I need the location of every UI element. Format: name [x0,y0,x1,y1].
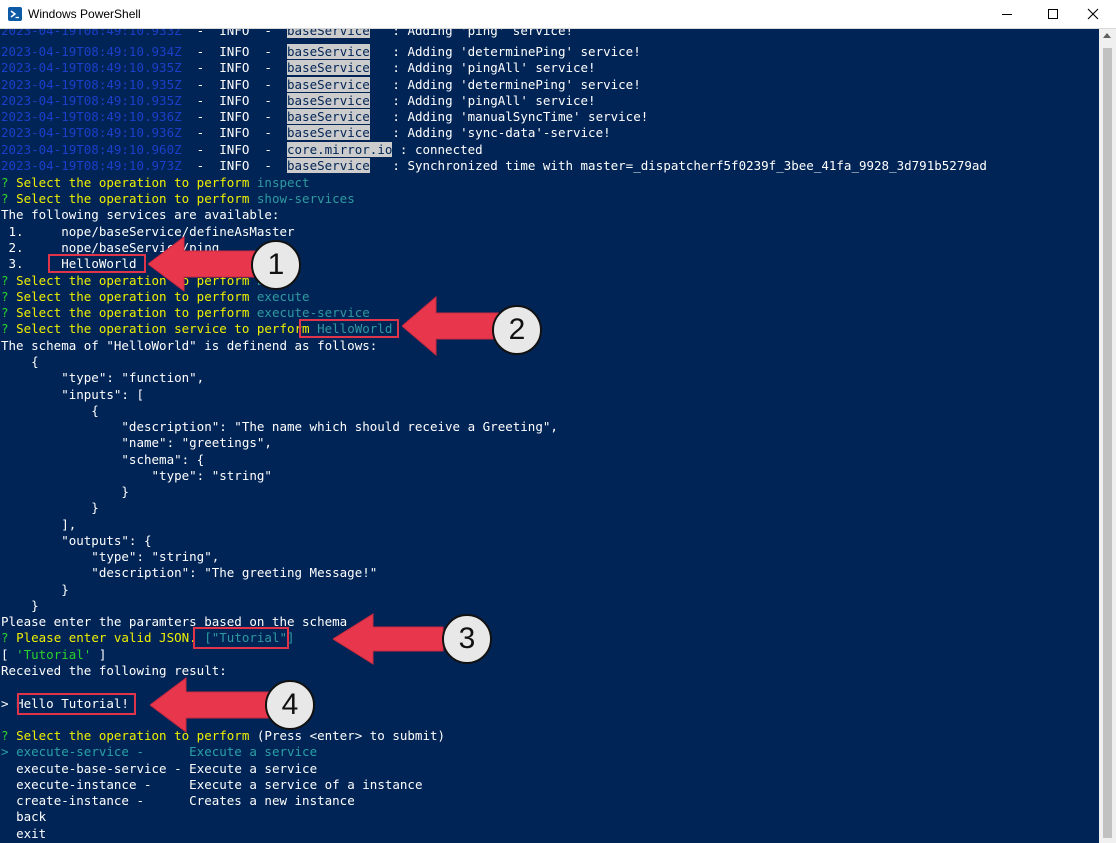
annotation-marker-4: 4 [265,680,315,730]
highlight-box [48,254,146,273]
minimize-button[interactable] [984,0,1030,28]
log-source-badge: baseService [287,109,370,124]
schema-line: } [1,500,99,515]
schema-line: "description": "The greeting Message!" [1,565,378,580]
log-line: 2023-04-19T08:49:10.935Z - INFO - baseSe… [1,60,596,75]
prompt-line: ? Select the operation to perform show-s… [1,191,355,206]
schema-line: } [1,484,129,499]
console-output[interactable]: 2023-04-19T08:49:10.933Z - INFO - baseSe… [0,29,1099,843]
log-source-badge: baseService [287,158,370,173]
schema-line: ], [1,517,77,532]
log-line: 2023-04-19T08:49:10.935Z - INFO - baseSe… [1,93,596,108]
schema-line: "schema": { [1,452,205,467]
arrow-left-icon [333,613,444,665]
window-title: Windows PowerShell [28,7,141,21]
menu-item-execute-instance[interactable]: execute-instance - Execute a service of … [1,777,422,793]
schema-line: "type": "function", [1,370,205,385]
arrow-left-icon [148,236,257,292]
close-icon [1087,8,1099,20]
scroll-up-icon[interactable] [1103,33,1111,38]
annotation-marker-1: 1 [251,240,301,290]
log-line: 2023-04-19T08:49:10.960Z - INFO - core.m… [1,142,483,157]
schema-line: "outputs": { [1,533,152,548]
prompt-line: ? Select the operation to perform inspec… [1,175,310,190]
log-source-badge: baseService [287,44,370,59]
log-line: 2023-04-19T08:49:10.934Z - INFO - baseSe… [1,44,641,59]
annotation-marker-2: 2 [492,305,542,355]
vertical-scrollbar[interactable] [1099,29,1116,843]
highlight-box [17,693,136,715]
log-source-badge: baseService [287,125,370,140]
log-source-badge: baseService [287,29,370,38]
highlight-box [193,627,289,649]
schema-header: The schema of "HelloWorld" is definend a… [1,338,378,353]
menu-item-execute-service[interactable]: > execute-service - Execute a service [1,744,317,760]
services-header: The following services are available: [1,207,280,222]
log-line: 2023-04-19T08:49:10.936Z - INFO - baseSe… [1,109,649,124]
parsed-array: [ 'Tutorial' ] [1,647,107,662]
title-bar: Windows PowerShell [0,0,1116,29]
log-line: 2023-04-19T08:49:10.933Z - INFO - baseSe… [1,29,573,39]
close-button[interactable] [1070,0,1116,28]
schema-line: { [1,403,99,418]
log-source-badge: baseService [287,60,370,75]
schema-line: { [1,354,39,369]
menu-item-exit[interactable]: exit [1,826,46,842]
schema-line: "type": "string" [1,468,272,483]
maximize-icon [1048,9,1058,19]
log-line: 2023-04-19T08:49:10.936Z - INFO - baseSe… [1,125,611,140]
menu-item-back[interactable]: back [1,809,46,825]
log-source-badge: baseService [287,77,370,92]
schema-line: "inputs": [ [1,387,144,402]
menu-item-create-instance[interactable]: create-instance - Creates a new instance [1,793,355,809]
log-line: 2023-04-19T08:49:10.935Z - INFO - baseSe… [1,77,641,92]
schema-line: "name": "greetings", [1,435,272,450]
schema-line: } [1,598,39,613]
schema-line: "description": "The name which should re… [1,419,558,434]
annotation-marker-3: 3 [442,614,492,664]
schema-line: } [1,582,69,597]
log-line: 2023-04-19T08:49:10.973Z - INFO - baseSe… [1,158,987,173]
highlight-box [299,319,399,338]
log-source-badge: core.mirror.io [287,142,393,157]
powershell-icon [8,7,22,21]
param-prompt: Please enter the paramters based on the … [1,614,348,629]
menu-item-execute-base-service[interactable]: execute-base-service - Execute a service [1,761,317,777]
minimize-icon [1002,14,1012,15]
log-source-badge: baseService [287,93,370,108]
arrow-left-icon [402,295,501,357]
schema-line: "type": "string", [1,549,220,564]
arrow-left-icon [150,677,273,733]
scrollbar-thumb[interactable] [1103,48,1112,838]
